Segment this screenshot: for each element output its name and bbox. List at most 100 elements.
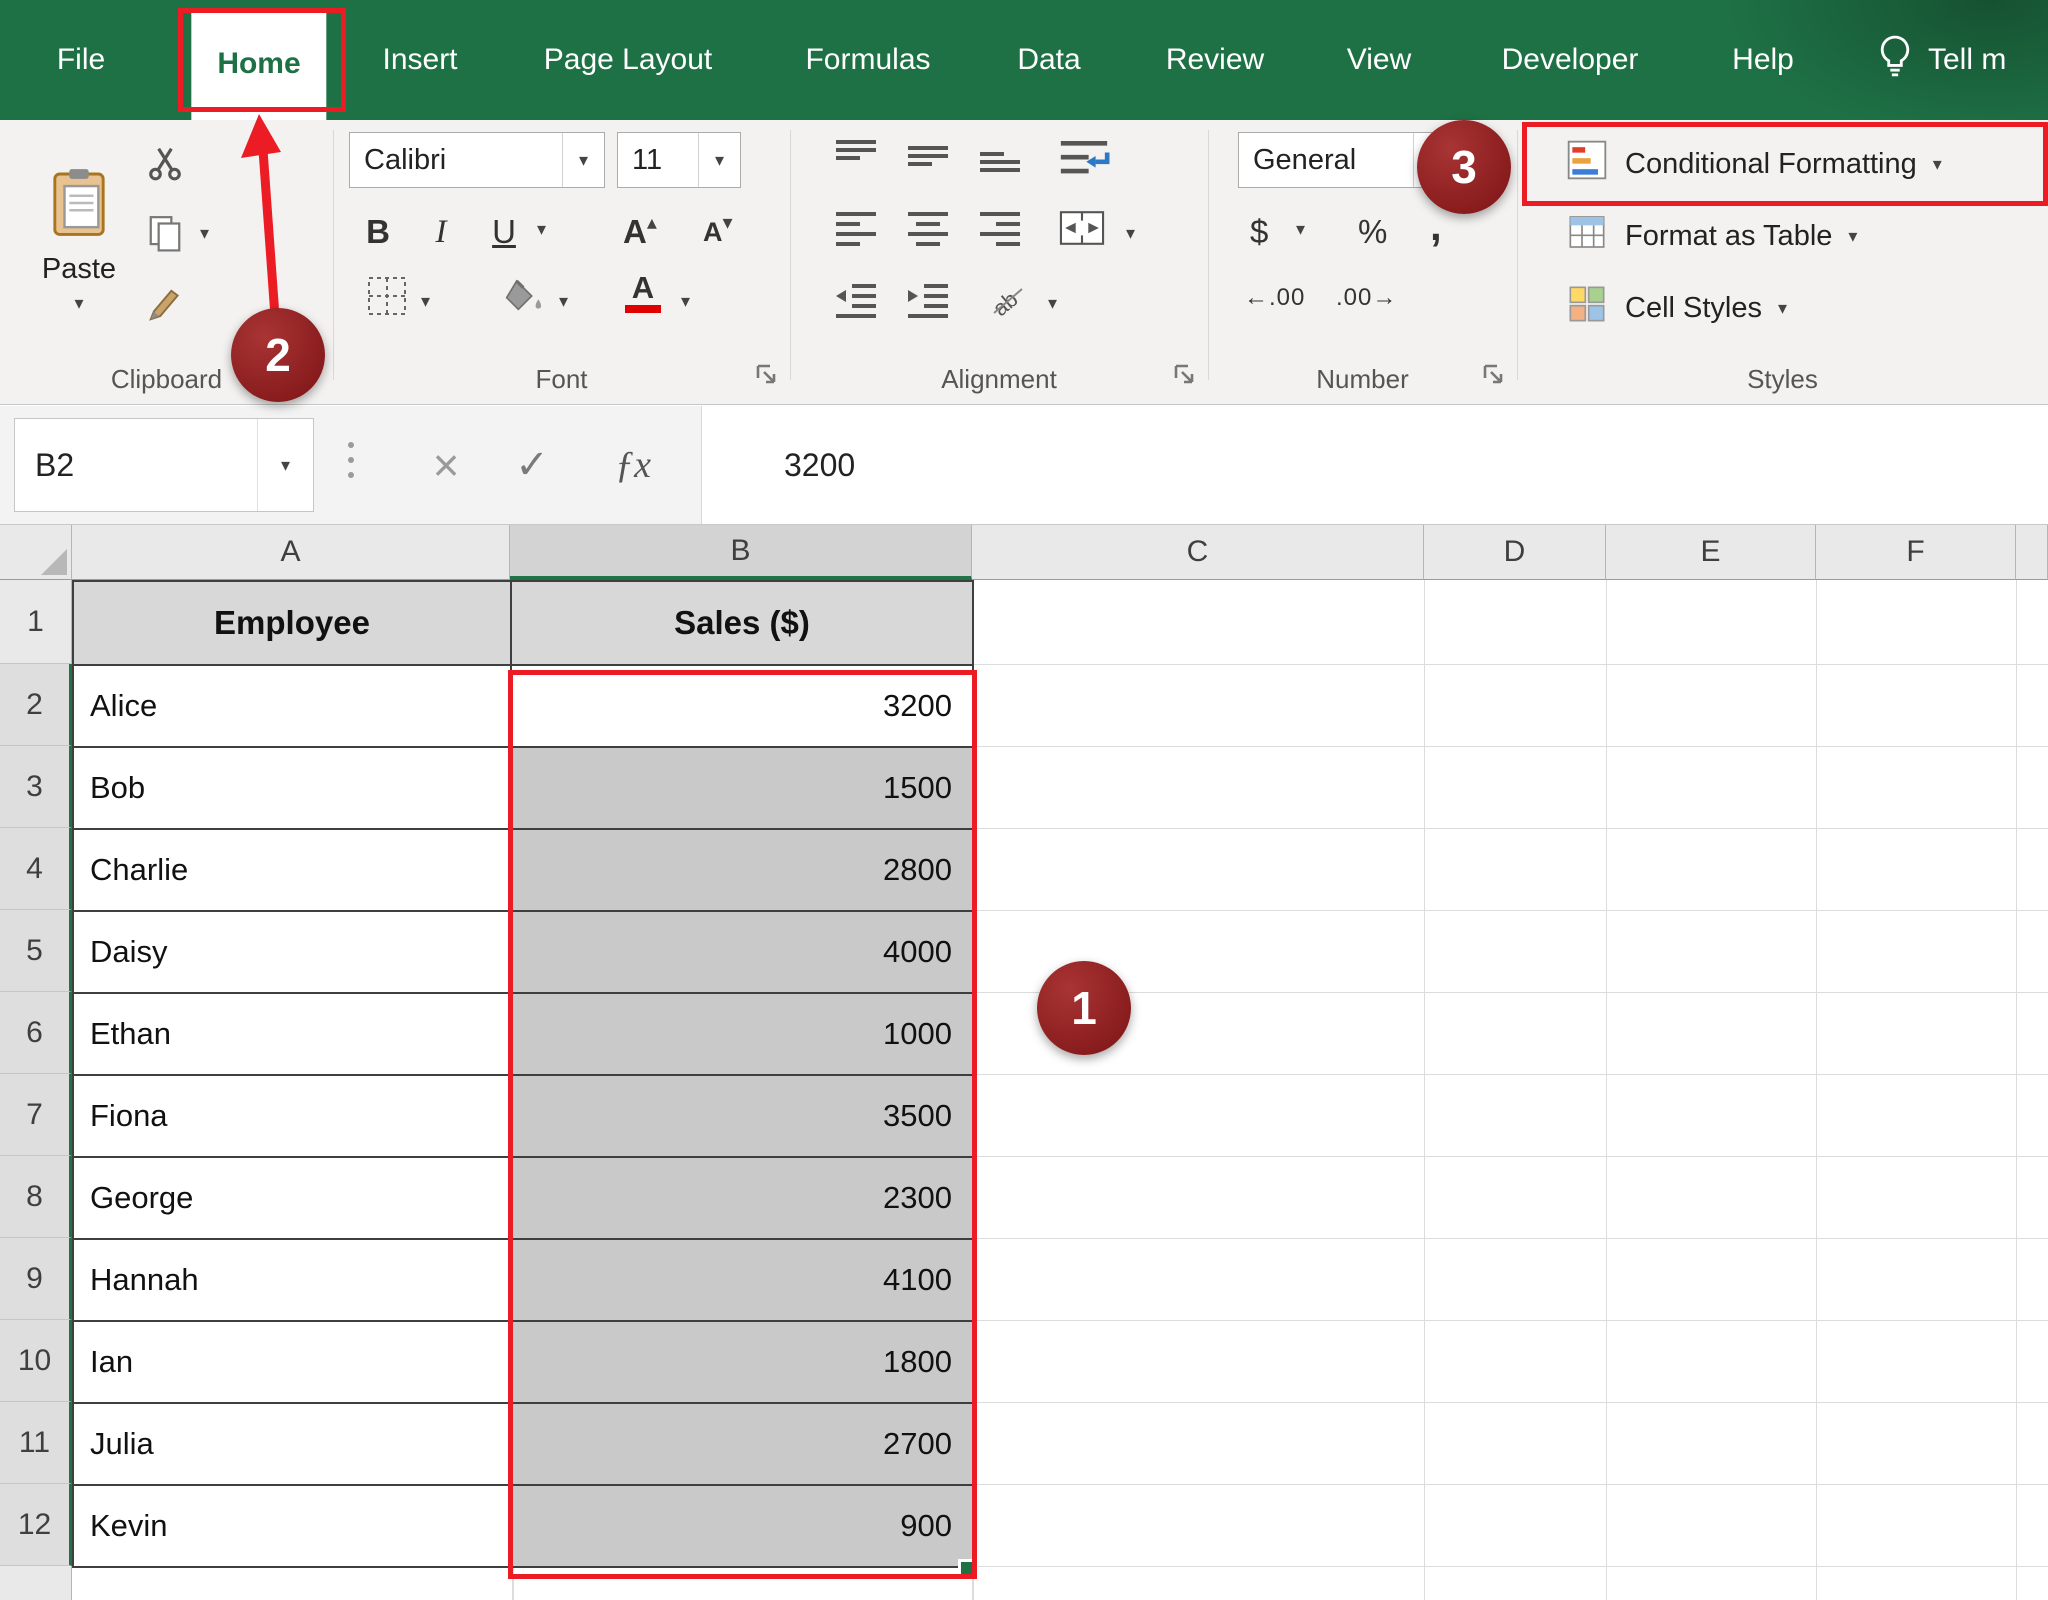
name-box[interactable]: B2 ▾ (14, 418, 314, 512)
font-family-dropdown[interactable]: ▾ (562, 133, 604, 187)
align-center-button[interactable] (906, 208, 950, 251)
font-family-combo[interactable]: Calibri ▾ (349, 132, 605, 188)
name-box-dropdown[interactable]: ▾ (257, 419, 313, 511)
row-header-5[interactable]: 5 (0, 910, 72, 992)
cell-styles-button[interactable]: Cell Styles ▾ (1565, 284, 1787, 332)
col-header-c[interactable]: C (972, 525, 1424, 580)
row-header-7[interactable]: 7 (0, 1074, 72, 1156)
row-header-10[interactable]: 10 (0, 1320, 72, 1402)
col-header-e[interactable]: E (1606, 525, 1816, 580)
align-bottom-button[interactable] (978, 136, 1022, 179)
decrease-indent-button[interactable] (834, 280, 878, 323)
borders-dropdown[interactable]: ▾ (421, 292, 430, 310)
fill-color-dropdown[interactable]: ▾ (559, 292, 568, 310)
col-header-f[interactable]: F (1816, 525, 2016, 580)
fill-color-button[interactable] (505, 276, 545, 321)
tab-review[interactable]: Review (1140, 0, 1290, 120)
font-size-dropdown[interactable]: ▾ (698, 133, 740, 187)
alignment-dialog-launcher[interactable] (1172, 362, 1196, 386)
cell-a6[interactable]: Ethan (74, 994, 512, 1076)
insert-function-button[interactable]: ƒx (588, 418, 678, 512)
font-color-red-bar (625, 305, 661, 313)
percent-style-button[interactable]: % (1358, 204, 1387, 260)
col-header-a[interactable]: A (72, 525, 510, 580)
increase-font-size-button[interactable]: A ▴ (623, 204, 657, 260)
tab-developer[interactable]: Developer (1476, 0, 1665, 120)
cell-a8[interactable]: George (74, 1158, 512, 1240)
row-header-8[interactable]: 8 (0, 1156, 72, 1238)
underline-dropdown[interactable]: ▾ (537, 220, 546, 238)
row-header-11[interactable]: 11 (0, 1402, 72, 1484)
bold-button[interactable]: B (353, 204, 403, 260)
row-header-9[interactable]: 9 (0, 1238, 72, 1320)
underline-button[interactable]: U (481, 204, 527, 260)
orientation-button[interactable]: ab (988, 278, 1032, 323)
font-color-dropdown[interactable]: ▾ (681, 292, 690, 310)
row-header-1[interactable]: 1 (0, 580, 72, 664)
font-color-button[interactable]: A (625, 272, 661, 313)
cell-a4[interactable]: Charlie (74, 830, 512, 912)
row-header-6[interactable]: 6 (0, 992, 72, 1074)
increase-indent-button[interactable] (906, 280, 950, 323)
align-top-button[interactable] (834, 136, 878, 179)
decrease-font-size-button[interactable]: A ▾ (703, 204, 733, 260)
tab-help[interactable]: Help (1706, 0, 1820, 120)
cell-a9[interactable]: Hannah (74, 1240, 512, 1322)
borders-button[interactable] (367, 276, 407, 321)
align-left-button[interactable] (834, 208, 878, 251)
row-header-2[interactable]: 2 (0, 664, 72, 746)
orientation-dropdown[interactable]: ▾ (1048, 294, 1057, 312)
cell-b1[interactable]: Sales ($) (512, 582, 974, 666)
merge-dropdown[interactable]: ▾ (1126, 224, 1135, 242)
cell-a10[interactable]: Ian (74, 1322, 512, 1404)
tab-data[interactable]: Data (991, 0, 1106, 120)
number-format-value: General (1253, 143, 1357, 176)
cell-a11[interactable]: Julia (74, 1404, 512, 1486)
cell-a1[interactable]: Employee (74, 582, 512, 666)
formula-input[interactable]: 3200 (701, 406, 2048, 524)
copy-dropdown[interactable]: ▾ (200, 224, 209, 242)
select-all-button[interactable] (0, 525, 72, 580)
cell-a3[interactable]: Bob (74, 748, 512, 830)
enter-button[interactable]: ✓ (494, 418, 570, 512)
cut-button[interactable] (146, 144, 184, 187)
number-dialog-launcher[interactable] (1481, 362, 1505, 386)
tab-formulas[interactable]: Formulas (779, 0, 956, 120)
tab-page-layout[interactable]: Page Layout (518, 0, 738, 120)
accounting-format-button[interactable]: $ (1250, 204, 1268, 260)
merge-center-button[interactable] (1058, 208, 1106, 253)
wrap-text-button[interactable] (1058, 134, 1110, 183)
cancel-button[interactable]: × (408, 418, 484, 512)
copy-button[interactable] (146, 214, 184, 257)
cell-a7[interactable]: Fiona (74, 1076, 512, 1158)
increase-decimal-button[interactable]: ←.00 (1244, 284, 1305, 312)
tab-file[interactable]: File (31, 0, 131, 120)
alignment-group-label: Alignment (941, 364, 1057, 394)
align-bottom-icon (978, 136, 1022, 179)
format-painter-button[interactable] (146, 286, 184, 329)
font-dialog-launcher[interactable] (754, 362, 778, 386)
tab-view[interactable]: View (1321, 0, 1437, 120)
font-size-combo[interactable]: 11 ▾ (617, 132, 741, 188)
row-header-13-partial[interactable] (0, 1566, 72, 1600)
row-header-12[interactable]: 12 (0, 1484, 72, 1566)
formula-bar-grip[interactable] (348, 442, 354, 478)
col-header-d[interactable]: D (1424, 525, 1606, 580)
accounting-dropdown[interactable]: ▾ (1296, 220, 1305, 238)
decrease-decimal-button[interactable]: .00→ (1336, 284, 1397, 312)
cell-a12[interactable]: Kevin (74, 1486, 512, 1568)
row-header-4[interactable]: 4 (0, 828, 72, 910)
align-right-button[interactable] (978, 208, 1022, 251)
cell-a2[interactable]: Alice (74, 666, 512, 748)
tell-me-box[interactable]: Tell m (1876, 0, 2006, 120)
align-middle-button[interactable] (906, 136, 950, 179)
col-header-b[interactable]: B (510, 525, 972, 580)
format-as-table-button[interactable]: Format as Table ▾ (1565, 212, 1857, 260)
tell-me-label: Tell m (1928, 43, 2007, 76)
col-header-g-partial[interactable] (2016, 525, 2048, 580)
cell-a5[interactable]: Daisy (74, 912, 512, 994)
row-header-3[interactable]: 3 (0, 746, 72, 828)
tab-insert[interactable]: Insert (356, 0, 483, 120)
italic-button[interactable]: I (421, 204, 461, 260)
paste-button[interactable]: Paste ▾ (26, 130, 132, 348)
